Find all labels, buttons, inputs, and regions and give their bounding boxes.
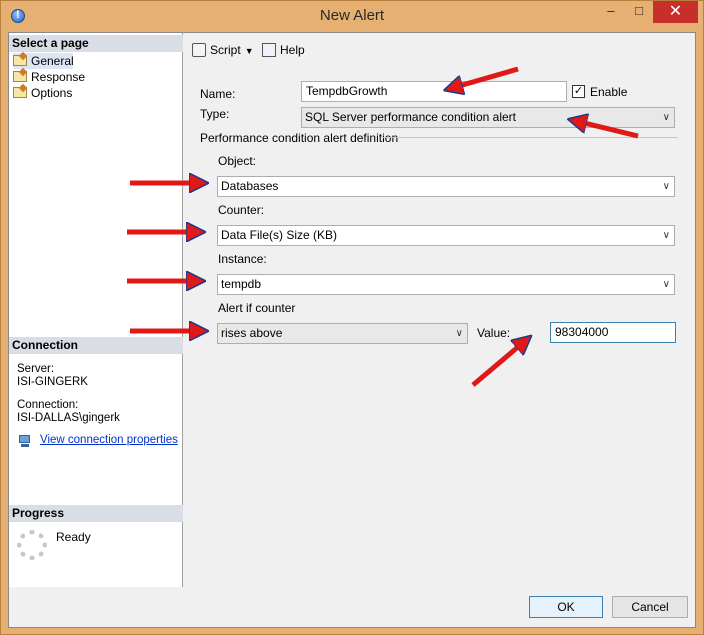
type-select[interactable]: SQL Server performance condition alert ∨ xyxy=(301,107,675,128)
script-button[interactable]: Script ▼ xyxy=(192,42,254,59)
page-item-options[interactable]: Options xyxy=(13,85,72,101)
chevron-down-icon: ∨ xyxy=(455,328,463,339)
page-icon xyxy=(13,87,27,98)
general-page-panel: Name: TempdbGrowth ✓ Enable Type: SQL Se… xyxy=(186,72,688,588)
object-select[interactable]: Databases ∨ xyxy=(217,176,675,197)
instance-select-value: tempdb xyxy=(221,277,262,291)
page-icon xyxy=(13,71,27,82)
type-select-value: SQL Server performance condition alert xyxy=(305,110,516,124)
left-pane: Select a page General Response Options C… xyxy=(9,33,183,587)
chevron-down-icon: ∨ xyxy=(662,230,670,241)
page-item-label: Options xyxy=(31,86,73,100)
name-input[interactable]: TempdbGrowth xyxy=(301,81,567,102)
title-bar[interactable]: New Alert – □ ✕ xyxy=(1,1,703,31)
connection-label: Connection: xyxy=(17,399,79,411)
progress-spinner-icon xyxy=(17,530,47,560)
counter-label: Counter: xyxy=(218,203,265,217)
connection-header: Connection xyxy=(9,337,183,354)
page-item-response[interactable]: Response xyxy=(13,69,85,85)
chevron-down-icon: ∨ xyxy=(662,279,670,290)
chevron-down-icon: ∨ xyxy=(662,112,670,123)
dialog-window: New Alert – □ ✕ Select a page General Re… xyxy=(0,0,704,635)
alert-if-label: Alert if counter xyxy=(218,301,296,315)
group-title: Performance condition alert definition xyxy=(200,131,399,145)
help-label: Help xyxy=(280,43,305,57)
select-page-header: Select a page xyxy=(9,35,183,52)
progress-header: Progress xyxy=(9,505,183,522)
page-item-label: General xyxy=(31,54,74,68)
page-item-label: Response xyxy=(31,70,86,84)
value-input[interactable]: 98304000 xyxy=(550,322,676,343)
alert-if-select[interactable]: rises above ∨ xyxy=(217,323,468,344)
type-label: Type: xyxy=(200,107,230,121)
script-dropdown-icon[interactable]: ▼ xyxy=(245,43,254,59)
chevron-down-icon: ∨ xyxy=(662,181,670,192)
connection-value: ISI-DALLAS\gingerk xyxy=(17,412,120,424)
name-label: Name: xyxy=(200,87,236,101)
server-value: ISI-GINGERK xyxy=(17,376,88,388)
instance-label: Instance: xyxy=(218,252,267,266)
counter-select-value: Data File(s) Size (KB) xyxy=(221,228,338,242)
help-button[interactable]: Help xyxy=(262,42,305,58)
page-icon xyxy=(13,55,27,66)
connection-properties-icon xyxy=(17,435,33,448)
alert-if-select-value: rises above xyxy=(221,326,283,340)
view-connection-properties-link[interactable]: View connection properties xyxy=(40,434,178,446)
script-label: Script xyxy=(210,43,241,57)
value-label: Value: xyxy=(477,326,511,340)
script-icon xyxy=(192,43,206,57)
counter-select[interactable]: Data File(s) Size (KB) ∨ xyxy=(217,225,675,246)
maximize-button[interactable]: □ xyxy=(625,1,653,23)
instance-select[interactable]: tempdb ∨ xyxy=(217,274,675,295)
enable-checkbox[interactable]: ✓ xyxy=(572,85,585,98)
dialog-client-area: Select a page General Response Options C… xyxy=(8,32,696,628)
help-icon xyxy=(262,43,276,57)
cancel-button[interactable]: Cancel xyxy=(612,596,688,618)
object-select-value: Databases xyxy=(221,179,279,193)
progress-status: Ready xyxy=(56,530,91,544)
server-label: Server: xyxy=(17,363,55,375)
group-divider xyxy=(382,137,678,138)
page-item-general[interactable]: General xyxy=(13,53,74,69)
object-label: Object: xyxy=(218,154,257,168)
close-button[interactable]: ✕ xyxy=(653,1,698,23)
minimize-button[interactable]: – xyxy=(597,1,625,23)
ok-button[interactable]: OK xyxy=(529,596,603,618)
enable-label: Enable xyxy=(590,85,628,99)
